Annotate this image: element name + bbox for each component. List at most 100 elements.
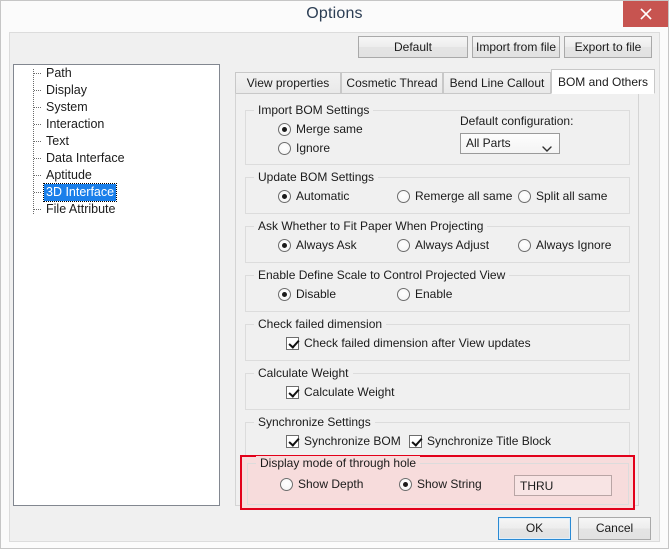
radio-label: Automatic (296, 189, 350, 203)
radio-ignore[interactable]: Ignore (278, 141, 330, 155)
sidebar-item-interaction[interactable]: Interaction (14, 116, 219, 133)
checkmark-icon (286, 336, 299, 350)
sidebar-item-label: 3D Interface (42, 183, 118, 202)
tree-elbow-icon (34, 107, 41, 109)
group-legend: Check failed dimension (254, 317, 387, 331)
group-legend: Ask Whether to Fit Paper When Projecting (254, 219, 488, 233)
radio-merge-same[interactable]: Merge same (278, 122, 363, 136)
tab-view-properties[interactable]: View properties (235, 72, 341, 93)
sidebar-item-3d-interface[interactable]: 3D Interface (14, 183, 219, 202)
ok-button[interactable]: OK (498, 517, 571, 540)
import-from-file-button[interactable]: Import from file (472, 36, 560, 58)
checkbox-label: Check failed dimension after View update… (304, 336, 531, 350)
radio-enable[interactable]: Enable (397, 287, 452, 301)
sidebar-item-file-attribute[interactable]: File Attribute (14, 201, 219, 218)
radio-always-adjust[interactable]: Always Adjust (397, 238, 489, 252)
sidebar-item-display[interactable]: Display (14, 82, 219, 99)
default-configuration-select[interactable]: All Parts (460, 133, 560, 154)
radio-indicator-icon (278, 287, 291, 301)
radio-indicator-icon (518, 238, 531, 252)
sidebar-item-text[interactable]: Text (14, 133, 219, 150)
radio-label: Merge same (296, 122, 363, 136)
default-configuration-label: Default configuration: (460, 114, 574, 128)
radio-label: Always Ignore (536, 238, 612, 252)
tab-bend-line-callout[interactable]: Bend Line Callout (443, 72, 551, 93)
radio-indicator-icon (397, 238, 410, 252)
export-to-file-button[interactable]: Export to file (564, 36, 652, 58)
radio-remerge-all-same[interactable]: Remerge all same (397, 189, 512, 203)
group-fit-paper: Ask Whether to Fit Paper When Projecting… (245, 219, 630, 263)
tree-elbow-icon (34, 175, 41, 177)
default-button[interactable]: Default (358, 36, 468, 58)
tree-elbow-icon (34, 141, 41, 143)
checkbox-label: Calculate Weight (304, 385, 395, 399)
group-import-bom-settings: Import BOM Settings Merge same Ignore De… (245, 103, 630, 165)
sidebar-item-label: Text (46, 134, 69, 148)
sidebar-item-aptitude[interactable]: Aptitude (14, 167, 219, 184)
page-title: Options (306, 5, 363, 22)
tree-elbow-icon (34, 158, 41, 160)
settings-category-tree[interactable]: Path Display System Interaction Text Dat… (13, 64, 220, 506)
through-hole-string-input[interactable] (514, 475, 612, 496)
tree-elbow-icon (34, 90, 41, 92)
sidebar-item-label: File Attribute (46, 202, 116, 216)
radio-indicator-icon (397, 287, 410, 301)
tab-bom-and-others[interactable]: BOM and Others (551, 69, 655, 94)
sidebar-item-system[interactable]: System (14, 99, 219, 116)
checkmark-icon (286, 434, 299, 448)
close-icon[interactable] (623, 1, 668, 27)
radio-indicator-icon (278, 189, 291, 203)
group-legend: Synchronize Settings (254, 415, 375, 429)
radio-automatic[interactable]: Automatic (278, 189, 349, 203)
checkbox-calculate-weight[interactable]: Calculate Weight (286, 385, 395, 399)
options-dialog-window: Options Default Import from file Export … (0, 0, 669, 549)
radio-show-depth[interactable]: Show Depth (280, 477, 363, 491)
radio-label: Split all same (536, 189, 608, 203)
sidebar-item-label: Path (46, 66, 72, 80)
group-check-failed-dimension: Check failed dimension Check failed dime… (245, 317, 630, 361)
checkbox-synchronize-bom[interactable]: Synchronize BOM (286, 434, 401, 448)
radio-label: Remerge all same (415, 189, 513, 203)
radio-label: Enable (415, 287, 453, 301)
radio-label: Ignore (296, 141, 331, 155)
radio-indicator-icon (397, 189, 410, 203)
group-display-mode-through-hole: Display mode of through hole Show Depth … (247, 456, 629, 505)
sidebar-item-data-interface[interactable]: Data Interface (14, 150, 219, 167)
checkbox-label: Synchronize Title Block (427, 434, 552, 448)
close-x-icon (639, 8, 652, 20)
through-hole-highlight-annotation: Display mode of through hole Show Depth … (240, 455, 635, 510)
radio-split-all-same[interactable]: Split all same (518, 189, 607, 203)
radio-label: Show String (417, 477, 482, 491)
radio-always-ignore[interactable]: Always Ignore (518, 238, 611, 252)
checkbox-check-failed-dimension[interactable]: Check failed dimension after View update… (286, 336, 531, 350)
radio-indicator-icon (399, 477, 412, 491)
radio-label: Always Adjust (415, 238, 490, 252)
chevron-down-icon (542, 140, 552, 159)
group-legend: Update BOM Settings (254, 170, 379, 184)
cancel-button[interactable]: Cancel (578, 517, 651, 540)
tab-cosmetic-thread[interactable]: Cosmetic Thread (341, 72, 443, 93)
sidebar-item-path[interactable]: Path (14, 65, 219, 82)
radio-show-string[interactable]: Show String (399, 477, 482, 491)
sidebar-item-label: Display (46, 83, 87, 97)
checkmark-icon (286, 385, 299, 399)
radio-indicator-icon (518, 189, 531, 203)
tab-bar: View properties Cosmetic Thread Bend Lin… (235, 69, 655, 94)
checkbox-label: Synchronize BOM (304, 434, 401, 448)
group-legend: Display mode of through hole (256, 456, 421, 470)
radio-label: Show Depth (298, 477, 364, 491)
checkbox-synchronize-title-block[interactable]: Synchronize Title Block (409, 434, 551, 448)
radio-indicator-icon (278, 122, 291, 136)
radio-indicator-icon (280, 477, 293, 491)
radio-indicator-icon (278, 141, 291, 155)
radio-always-ask[interactable]: Always Ask (278, 238, 357, 252)
tab-panel-bom-and-others: Import BOM Settings Merge same Ignore De… (235, 93, 639, 510)
title-bar: Options (1, 1, 668, 30)
radio-disable[interactable]: Disable (278, 287, 336, 301)
tree-elbow-icon (34, 124, 41, 126)
tree-elbow-icon (34, 73, 41, 75)
group-calculate-weight: Calculate Weight Calculate Weight (245, 366, 630, 410)
sidebar-item-label: Data Interface (46, 151, 125, 165)
sidebar-item-label: Interaction (46, 117, 105, 131)
default-configuration-value: All Parts (466, 136, 511, 150)
